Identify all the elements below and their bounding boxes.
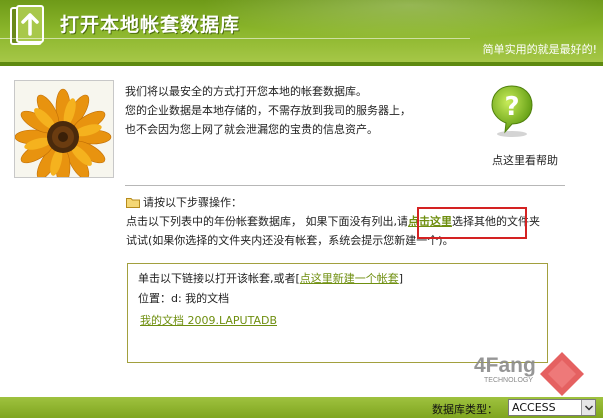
location-row: 位置：d: 我的文档	[138, 290, 229, 306]
db-type-value: ACCESS	[512, 401, 556, 414]
chevron-down-icon[interactable]	[581, 400, 595, 415]
header-slogan: 简单实用的就是最好的!	[482, 43, 597, 56]
intro-line: 我们将以最安全的方式打开您本地的帐套数据库。	[125, 85, 367, 98]
watermark-brand: 4Fang	[474, 354, 536, 377]
intro-text: 我们将以最安全的方式打开您本地的帐套数据库。 您的企业数据是本地存储的，不需存放…	[125, 82, 475, 139]
header-glow	[200, 0, 603, 40]
intro-line: 您的企业数据是本地存储的，不需存放到我司的服务器上，	[125, 104, 411, 117]
header-divider	[0, 38, 470, 39]
steps-text-before: 点击以下列表中的年份帐套数据库， 如果下面没有列出,请	[126, 215, 408, 228]
steps-heading: 请按以下步骤操作：	[126, 194, 242, 210]
location-value: d: 我的文档	[171, 292, 230, 305]
question-mark-bubble-icon[interactable]: ?	[491, 84, 533, 138]
db-type-select[interactable]: ACCESS	[508, 399, 596, 416]
open-book-icon	[10, 5, 44, 45]
panel-prompt-text: 单击以下链接以打开该帐套,或者[	[138, 272, 300, 285]
steps-heading-text: 请按以下步骤操作：	[143, 196, 242, 209]
database-file-link[interactable]: 我的文档 2009.LAPUTADB	[140, 312, 277, 328]
db-type-label: 数据库类型：	[432, 403, 498, 416]
highlight-annotation-box	[417, 207, 527, 239]
svg-text:?: ?	[504, 92, 519, 122]
watermark-sub: TECHNOLOGY	[484, 377, 533, 384]
folder-icon	[126, 197, 140, 208]
help-link[interactable]: 点这里看帮助	[492, 152, 558, 168]
new-account-set-link[interactable]: 点这里新建一个帐套	[300, 272, 399, 285]
steps-line-2: 试试(如果你选择的文件夹内还没有帐套，系统会提示您新建一个)。	[126, 234, 454, 247]
page-title: 打开本地帐套数据库	[60, 14, 241, 36]
steps-instructions: 点击以下列表中的年份帐套数据库， 如果下面没有列出,请点击这里选择其他的文件夹 …	[126, 212, 603, 250]
section-divider	[125, 185, 565, 186]
header-bottom-line	[0, 62, 603, 66]
header-banner: 打开本地帐套数据库 简单实用的就是最好的!	[0, 0, 603, 66]
watermark-logo: 4Fang TECHNOLOGY	[474, 352, 584, 396]
intro-line: 也不会因为您上网了就会泄漏您的宝贵的信息资产。	[125, 123, 378, 136]
location-label: 位置：	[138, 292, 171, 305]
sunflower-image	[14, 80, 114, 178]
panel-prompt-end: ]	[398, 272, 404, 285]
panel-prompt: 单击以下链接以打开该帐套,或者[点这里新建一个帐套]	[138, 270, 403, 286]
steps-line-1: 点击以下列表中的年份帐套数据库， 如果下面没有列出,请点击这里选择其他的文件夹	[126, 212, 603, 231]
